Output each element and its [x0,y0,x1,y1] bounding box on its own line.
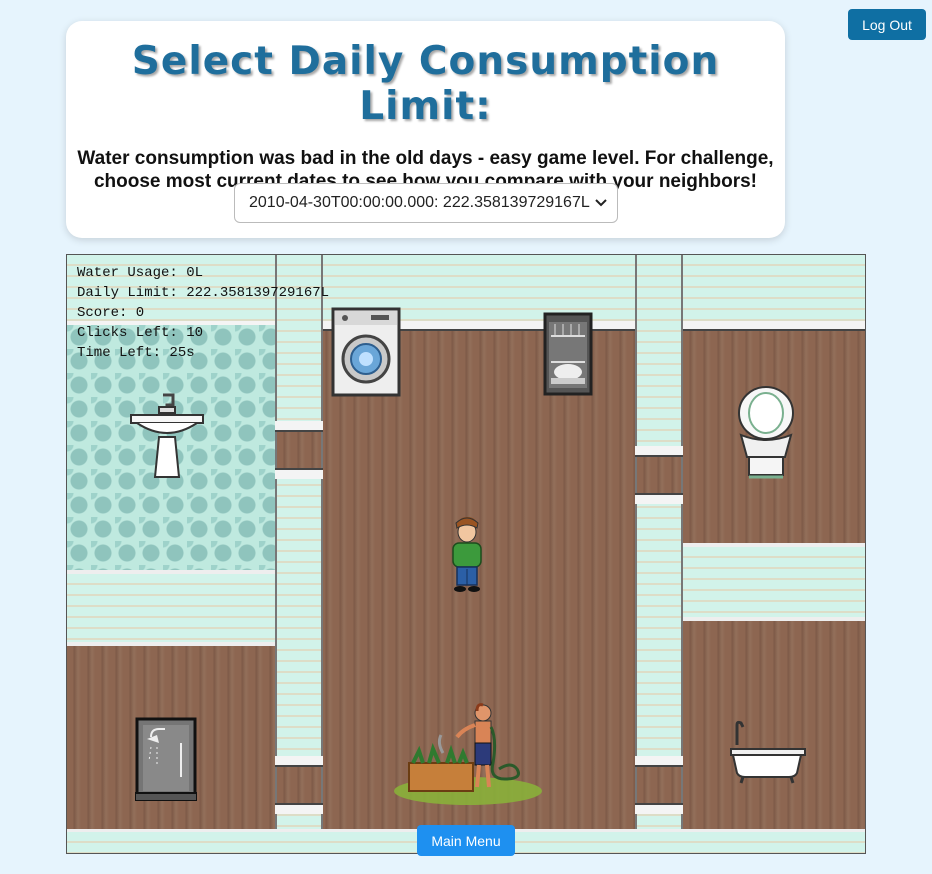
washing-machine-icon[interactable] [331,307,401,399]
trim-3 [275,756,323,767]
time-left-text: Time Left: 25s [77,345,195,361]
left-doorway-2 [277,765,321,803]
right-middle-wall [683,543,865,621]
dishwasher-icon[interactable] [543,312,593,396]
limit-selection-card: Select Daily Consumption Limit: Water co… [66,21,785,238]
player-character [452,517,482,592]
shower-icon[interactable] [135,717,197,801]
trim-6 [635,493,683,504]
garden-hose-icon[interactable] [393,703,543,807]
right-doorway-2 [637,765,681,803]
game-canvas[interactable]: Water Usage: 0L Daily Limit: 222.3581397… [66,254,866,854]
game-hud: Water Usage: 0L Daily Limit: 222.3581397… [77,263,329,363]
trim-2 [275,468,323,479]
left-middle-wall [67,570,275,646]
trim-8 [635,803,683,814]
clicks-left-text: Clicks Left: 10 [77,325,204,341]
chevron-down-icon [595,199,607,207]
sink-icon[interactable] [129,393,205,481]
trim-1 [275,421,323,432]
logout-button[interactable]: Log Out [848,9,926,40]
trim-7 [635,756,683,767]
consumption-limit-select[interactable]: 2010-04-30T00:00:00.000: 222.35813972916… [234,183,618,223]
toilet-icon[interactable] [735,385,797,481]
trim-5 [635,446,683,457]
page-title: Select Daily Consumption Limit: [131,39,720,129]
daily-limit-text: Daily Limit: 222.358139729167L [77,285,330,301]
score-text: Score: 0 [77,305,145,321]
water-usage-text: Water Usage: 0L [77,265,204,281]
left-doorway-1 [277,430,321,468]
bathtub-icon[interactable] [727,719,807,785]
main-menu-button[interactable]: Main Menu [417,825,515,856]
trim-4 [275,803,323,814]
right-doorway-1 [637,455,681,493]
select-value: 2010-04-30T00:00:00.000: 222.35813972916… [249,194,590,211]
